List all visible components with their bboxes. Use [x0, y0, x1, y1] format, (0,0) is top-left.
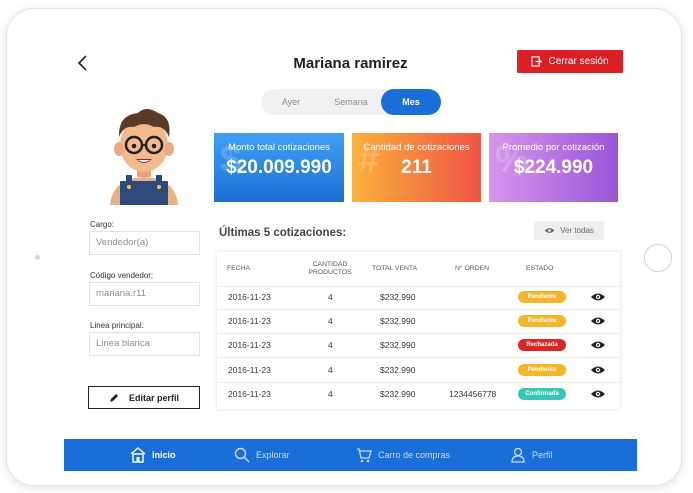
cargo-field[interactable]: Vendedor(a)	[89, 231, 200, 255]
cell-orden: 1234456778	[449, 389, 497, 399]
linea-label: Linea principal:	[90, 321, 144, 330]
stat-value: 211	[401, 157, 432, 178]
tab-ayer[interactable]: Ayer	[261, 89, 321, 115]
nav-inicio[interactable]: Inicio	[130, 439, 176, 471]
stat-label: Cantidad de cotizaciones	[363, 142, 470, 153]
header-fecha: FECHA	[227, 265, 251, 272]
nav-explorar[interactable]: Explorar	[234, 439, 290, 471]
nav-inicio-label: Inicio	[152, 450, 176, 460]
stat-value: $20.009.990	[226, 157, 332, 178]
view-quote-eye-icon[interactable]	[590, 365, 606, 375]
cart-icon	[357, 448, 372, 463]
home-icon	[130, 447, 146, 463]
row-divider	[217, 333, 620, 334]
cell-cantidad: 4	[328, 340, 333, 350]
bottom-navigation: Inicio Explorar Carro de compras Perfil	[64, 439, 637, 471]
tab-semana[interactable]: Semana	[321, 89, 381, 115]
cell-fecha: 2016-11-23	[228, 340, 271, 350]
logout-button[interactable]: Cerrar sesión	[517, 50, 623, 73]
cell-fecha: 2016-11-23	[228, 292, 271, 302]
search-icon	[234, 447, 250, 463]
tab-mes[interactable]: Mes	[381, 89, 441, 115]
stat-value: $224.990	[513, 157, 594, 178]
camera-dot	[35, 255, 40, 260]
view-quote-eye-icon[interactable]	[590, 340, 606, 350]
view-all-label: Ver todas	[560, 226, 594, 235]
quotes-title: Últimas 5 cotizaciones:	[219, 227, 347, 239]
row-divider	[217, 357, 620, 358]
nav-perfil-label: Perfil	[532, 450, 553, 460]
cell-total: $232.990	[380, 340, 416, 350]
view-quote-eye-icon[interactable]	[590, 316, 606, 326]
pencil-icon	[109, 393, 118, 402]
home-hardware-button[interactable]	[644, 244, 672, 272]
status-badge: Rechazada	[518, 339, 566, 351]
logout-label: Cerrar sesión	[548, 56, 609, 67]
row-divider	[217, 286, 620, 287]
app-screen: Mariana ramirez Cerrar sesión Ayer Seman…	[64, 37, 637, 471]
row-divider	[217, 382, 620, 383]
period-selector: Ayer Semana Mes	[261, 89, 441, 115]
header-orden: N° ORDEN	[455, 265, 490, 272]
cell-cantidad: 4	[328, 292, 333, 302]
eye-icon	[544, 228, 555, 233]
codigo-field[interactable]: mariana.r11	[89, 282, 200, 306]
row-divider	[217, 309, 620, 310]
header-estado: ESTADO	[526, 265, 554, 272]
nav-carro[interactable]: Carro de compras	[356, 439, 450, 471]
cell-cantidad: 4	[328, 365, 333, 375]
cell-total: $232.990	[380, 365, 416, 375]
avatar	[88, 93, 200, 205]
logout-icon	[531, 56, 543, 67]
cell-fecha: 2016-11-23	[228, 389, 271, 399]
stat-card-promedio: % Promedio por cotización $224.990	[489, 133, 618, 202]
cell-fecha: 2016-11-23	[228, 316, 271, 326]
stat-label: Promedio por cotización	[502, 142, 605, 153]
edit-profile-button[interactable]: Editar perfil	[88, 386, 200, 409]
avatar-illustration	[110, 109, 178, 205]
status-badge: Pendiente	[518, 364, 566, 376]
status-badge: Pendiente	[518, 291, 566, 303]
cell-cantidad: 4	[328, 316, 333, 326]
nav-carro-label: Carro de compras	[378, 450, 451, 460]
view-quote-eye-icon[interactable]	[590, 389, 606, 399]
linea-field[interactable]: Linea blanca	[89, 332, 200, 356]
cell-total: $232.990	[380, 389, 416, 399]
stat-card-monto: $ Monto total cotizaciones $20.009.990	[214, 133, 344, 202]
header-total: TOTAL VENTA	[372, 265, 418, 272]
quotes-table	[217, 252, 620, 409]
codigo-label: Código vendedor:	[90, 271, 154, 280]
status-badge: Confirmada	[518, 388, 566, 400]
status-badge: Pendiente	[518, 315, 566, 327]
nav-explorar-label: Explorar	[256, 450, 290, 460]
nav-perfil[interactable]: Perfil	[510, 439, 553, 471]
view-quote-eye-icon[interactable]	[590, 292, 606, 302]
stat-card-cantidad: # Cantidad de cotizaciones 211	[352, 133, 481, 202]
cell-total: $232.990	[380, 316, 416, 326]
cargo-label: Cargo:	[90, 220, 115, 229]
tablet-frame: Mariana ramirez Cerrar sesión Ayer Seman…	[6, 8, 682, 486]
cell-cantidad: 4	[328, 389, 333, 399]
header-cantidad: CANTIDAD PRODUCTOS	[308, 261, 352, 276]
edit-profile-label: Editar perfil	[128, 392, 179, 403]
stat-label: Monto total cotizaciones	[228, 142, 330, 153]
user-icon	[511, 447, 525, 463]
view-all-button[interactable]: Ver todas	[534, 221, 604, 240]
cell-fecha: 2016-11-23	[228, 365, 271, 375]
cell-total: $232.990	[380, 292, 416, 302]
